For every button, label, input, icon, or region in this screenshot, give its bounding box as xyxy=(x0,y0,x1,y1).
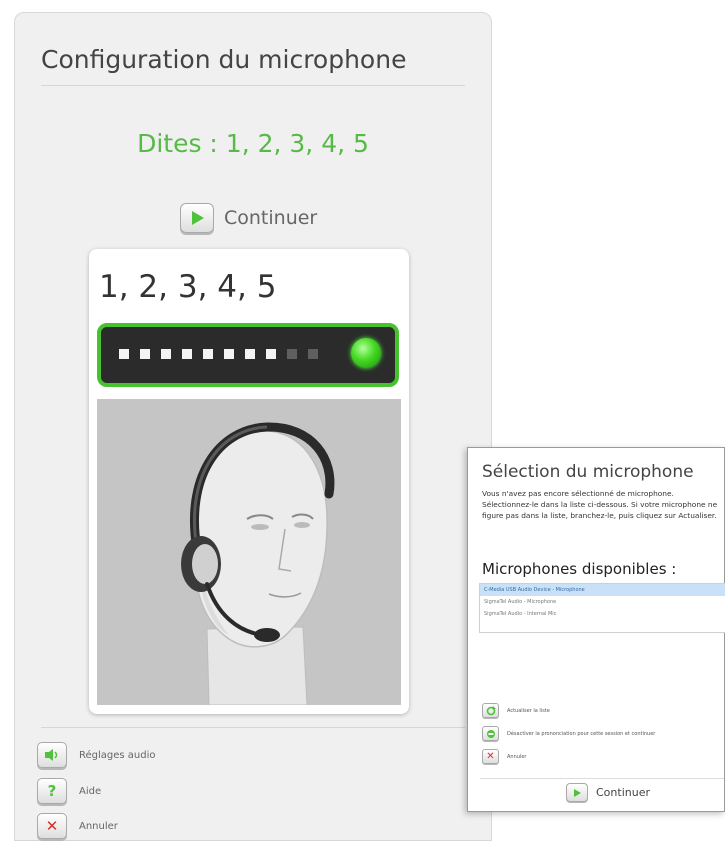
list-item[interactable]: SigmaTel Audio - Microphone xyxy=(480,596,725,608)
speaker-icon[interactable] xyxy=(37,742,67,768)
play-icon[interactable] xyxy=(566,783,588,802)
instruction-text: Dites : 1, 2, 3, 4, 5 xyxy=(137,129,369,158)
list-item[interactable]: SigmaTel Audio - Internal Mic xyxy=(480,608,725,620)
cancel-button[interactable]: ✕ Annuler xyxy=(37,813,118,839)
play-icon[interactable] xyxy=(180,203,214,233)
level-ok-indicator-icon xyxy=(351,338,381,368)
audio-level-meter xyxy=(97,323,399,387)
skip-pronunciation-label: Désactiver la prononciation pour cette s… xyxy=(507,730,656,737)
microphone-setup-dialog: Configuration du microphone Dites : 1, 2… xyxy=(14,12,492,841)
skip-icon[interactable] xyxy=(482,726,499,741)
selection-title: Sélection du microphone xyxy=(482,462,694,482)
card-numbers-text: 1, 2, 3, 4, 5 xyxy=(99,269,277,305)
refresh-list-button[interactable]: Actualiser la liste xyxy=(482,703,550,718)
audio-settings-label: Réglages audio xyxy=(79,749,156,761)
selection-continue-button[interactable]: Continuer xyxy=(566,783,650,802)
meter-dots xyxy=(119,349,318,359)
continue-label: Continuer xyxy=(224,207,318,229)
help-label: Aide xyxy=(79,785,102,797)
close-icon[interactable]: ✕ xyxy=(482,749,499,764)
refresh-icon[interactable] xyxy=(482,703,499,718)
selection-divider xyxy=(480,778,724,779)
selection-description: Vous n'avez pas encore sélectionné de mi… xyxy=(482,489,718,520)
list-item[interactable]: C-Media USB Audio Device - Microphone xyxy=(480,584,725,596)
help-icon[interactable]: ? xyxy=(37,778,67,804)
help-button[interactable]: ? Aide xyxy=(37,778,101,804)
close-icon[interactable]: ✕ xyxy=(37,813,67,839)
selection-cancel-label: Annuler xyxy=(507,753,527,760)
microphone-selection-dialog: Sélection du microphone Vous n'avez pas … xyxy=(467,447,725,812)
headset-illustration xyxy=(97,399,401,706)
continue-button[interactable]: Continuer xyxy=(180,203,317,233)
audio-settings-button[interactable]: Réglages audio xyxy=(37,742,156,768)
bottom-divider xyxy=(41,727,465,728)
refresh-list-label: Actualiser la liste xyxy=(507,707,550,714)
title-divider xyxy=(41,85,465,86)
available-microphones-heading: Microphones disponibles : xyxy=(482,560,677,578)
skip-pronunciation-button[interactable]: Désactiver la prononciation pour cette s… xyxy=(482,726,655,741)
dialog-title: Configuration du microphone xyxy=(41,45,407,74)
selection-continue-label: Continuer xyxy=(596,786,650,799)
selection-cancel-button[interactable]: ✕ Annuler xyxy=(482,749,526,764)
cancel-label: Annuler xyxy=(79,820,118,832)
speech-card: 1, 2, 3, 4, 5 xyxy=(89,249,409,714)
microphone-list[interactable]: C-Media USB Audio Device - Microphone Si… xyxy=(479,583,725,633)
